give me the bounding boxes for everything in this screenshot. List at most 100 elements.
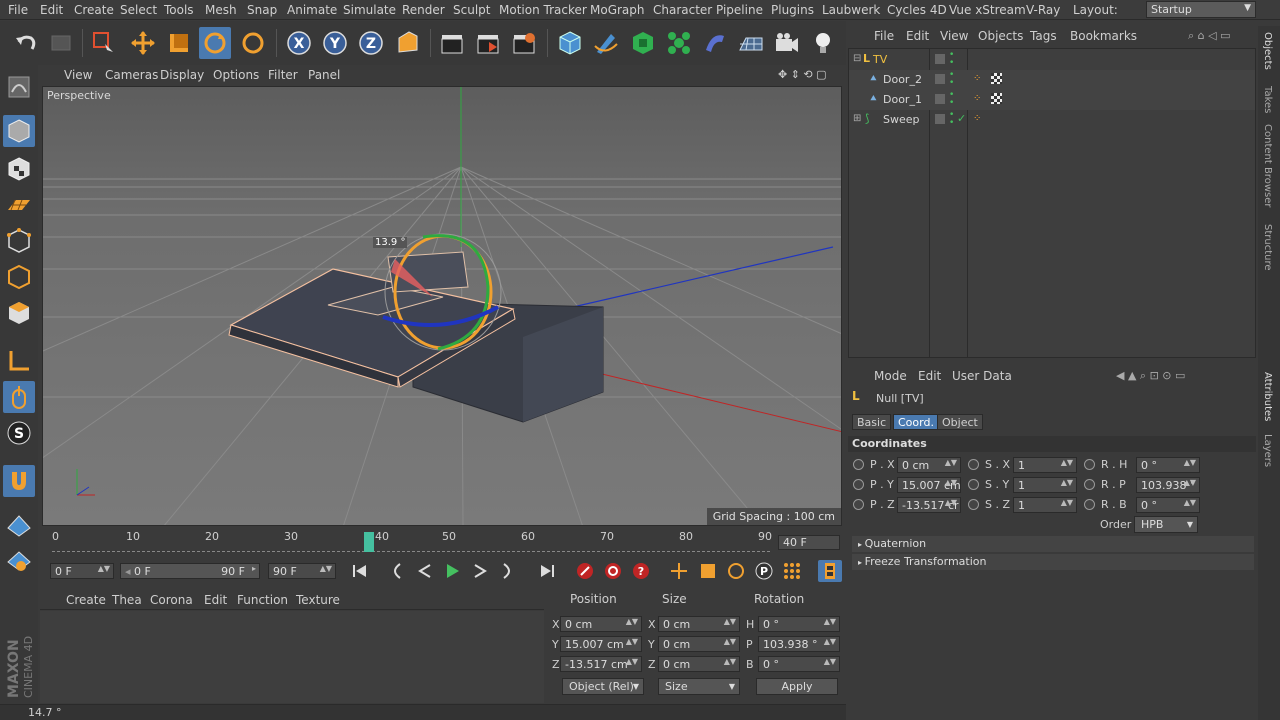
layer-icon[interactable]	[935, 114, 945, 124]
timeline-ruler[interactable]: 0 10 20 30 40 50 60 70 80 90	[42, 528, 842, 554]
phong-tag-icon[interactable]: ⁘	[973, 113, 981, 124]
attr-sz-field[interactable]: 1 ▲▼	[1013, 497, 1077, 513]
animate-toggle[interactable]	[1084, 479, 1095, 490]
autokey-button[interactable]	[601, 560, 625, 582]
position-z-field[interactable]: -13.517 cm ▲▼	[560, 656, 642, 672]
menu-sculpt[interactable]: Sculpt	[453, 3, 490, 17]
menu-create[interactable]: Create	[74, 3, 114, 17]
model-mode-button[interactable]	[3, 115, 35, 147]
animate-toggle[interactable]	[968, 459, 979, 470]
material-menu-texture[interactable]: Texture	[296, 593, 340, 607]
attr-nav-icons[interactable]: ◀ ▲ ⌕ ⊡ ⊙ ▭	[1116, 369, 1185, 383]
scale-tool-button[interactable]	[163, 27, 195, 59]
tab-coord[interactable]: Coord.	[893, 414, 939, 430]
menu-character[interactable]: Character	[653, 3, 712, 17]
enabled-check-icon[interactable]: ✓	[957, 112, 966, 125]
prev-frame-button[interactable]	[413, 560, 437, 582]
coord-mode-dropdown[interactable]: Object (Rel) ▼	[562, 678, 644, 695]
visibility-dots[interactable]: • •	[949, 111, 954, 128]
attr-sx-field[interactable]: 1 ▲▼	[1013, 457, 1077, 473]
viewport-menu-cameras[interactable]: Cameras	[105, 68, 158, 82]
size-y-field[interactable]: 0 cm ▲▼	[658, 636, 740, 652]
animate-toggle[interactable]	[968, 499, 979, 510]
material-menu-corona[interactable]: Corona	[150, 593, 193, 607]
attr-rp-field[interactable]: 103.938 ° ▲▼	[1136, 477, 1200, 493]
rotation-p-field[interactable]: 103.938 ° ▲▼	[758, 636, 840, 652]
menu-file[interactable]: File	[8, 3, 28, 17]
menu-plugins[interactable]: Plugins	[771, 3, 814, 17]
material-area[interactable]	[40, 611, 544, 703]
visibility-dots[interactable]: • •	[949, 71, 954, 88]
mograph-cloner-button[interactable]	[663, 27, 695, 59]
recent-tool-button[interactable]	[237, 27, 269, 59]
menu-render[interactable]: Render	[402, 3, 445, 17]
material-menu-edit[interactable]: Edit	[204, 593, 227, 607]
material-menu-thea[interactable]: Thea	[112, 593, 142, 607]
viewport-menu-view[interactable]: View	[64, 68, 92, 82]
workplane-snap-button[interactable]	[3, 545, 35, 577]
tab-attributes[interactable]: Attributes	[1262, 372, 1273, 421]
menu-tools[interactable]: Tools	[164, 3, 194, 17]
viewport-menu-display[interactable]: Display	[160, 68, 204, 82]
redo-button[interactable]	[45, 27, 77, 59]
size-mode-dropdown[interactable]: Size ▼	[658, 678, 740, 695]
object-menu-tags[interactable]: Tags	[1030, 29, 1057, 43]
visibility-dots[interactable]: • •	[949, 91, 954, 108]
object-row-tv[interactable]: ⊟ L TV • •	[849, 50, 1255, 70]
end-frame-field[interactable]: 90 F ▲▼	[268, 563, 336, 579]
attr-menu-edit[interactable]: Edit	[918, 369, 941, 383]
key-pla-button[interactable]	[780, 560, 804, 582]
attr-menu-user-data[interactable]: User Data	[952, 369, 1012, 383]
freeze-transformation-section[interactable]: ▸ Freeze Transformation	[852, 554, 1254, 570]
attr-py-field[interactable]: 15.007 cm ▲▼	[897, 477, 961, 493]
x-axis-button[interactable]: X	[283, 27, 315, 59]
animate-toggle[interactable]	[1084, 459, 1095, 470]
phong-tag-icon[interactable]: ⁘	[973, 93, 981, 104]
key-position-button[interactable]	[667, 560, 691, 582]
rotation-h-field[interactable]: 0 ° ▲▼	[758, 616, 840, 632]
menu-mograph[interactable]: MoGraph	[590, 3, 645, 17]
tab-content-browser[interactable]: Content Browser	[1262, 124, 1273, 207]
floor-button[interactable]	[735, 27, 767, 59]
rotation-b-field[interactable]: 0 ° ▲▼	[758, 656, 840, 672]
perspective-viewport[interactable]: Perspective 13.9 ° Grid Spacing : 100 cm	[42, 86, 842, 526]
apply-button[interactable]: Apply	[756, 678, 838, 695]
object-menu-file[interactable]: File	[874, 29, 894, 43]
texture-mode-button[interactable]	[3, 153, 35, 185]
key-rotation-button[interactable]	[724, 560, 748, 582]
menu-animate[interactable]: Animate	[287, 3, 337, 17]
layer-icon[interactable]	[935, 94, 945, 104]
coordinate-system-button[interactable]	[392, 27, 424, 59]
current-frame-field[interactable]: 40 F	[778, 535, 840, 550]
rotate-tool-button[interactable]	[199, 27, 231, 59]
material-tag-icon[interactable]	[991, 93, 1002, 104]
viewport-menu-filter[interactable]: Filter	[268, 68, 298, 82]
tab-basic[interactable]: Basic	[852, 414, 892, 430]
make-editable-button[interactable]	[3, 71, 35, 103]
menu-snap[interactable]: Snap	[247, 3, 277, 17]
next-frame-button[interactable]	[468, 560, 492, 582]
menu-mesh[interactable]: Mesh	[205, 3, 237, 17]
tab-structure[interactable]: Structure	[1262, 224, 1273, 271]
cube-primitive-button[interactable]	[554, 27, 586, 59]
move-tool-button[interactable]	[127, 27, 159, 59]
playhead[interactable]	[364, 532, 374, 552]
menu-simulate[interactable]: Simulate	[343, 3, 396, 17]
frame-range-slider[interactable]: ◂ 0 F 90 F ▸	[120, 563, 260, 579]
start-frame-field[interactable]: 0 F ▲▼	[50, 563, 114, 579]
attr-px-field[interactable]: 0 cm ▲▼	[897, 457, 961, 473]
animate-toggle[interactable]	[1084, 499, 1095, 510]
viewport-nav-icons[interactable]: ✥ ⇕ ⟲ ▢	[778, 68, 827, 81]
menu-edit[interactable]: Edit	[40, 3, 63, 17]
tab-takes[interactable]: Takes	[1262, 86, 1273, 113]
go-to-end-button[interactable]	[535, 560, 559, 582]
render-picture-viewer-button[interactable]	[472, 27, 504, 59]
z-axis-button[interactable]: Z	[355, 27, 387, 59]
attr-rh-field[interactable]: 0 ° ▲▼	[1136, 457, 1200, 473]
layer-icon[interactable]	[935, 74, 945, 84]
snap-button[interactable]: S	[3, 417, 35, 449]
axis-mode-button[interactable]	[3, 345, 35, 377]
tab-layers[interactable]: Layers	[1262, 434, 1273, 467]
object-menu-view[interactable]: View	[940, 29, 968, 43]
attr-rb-field[interactable]: 0 ° ▲▼	[1136, 497, 1200, 513]
